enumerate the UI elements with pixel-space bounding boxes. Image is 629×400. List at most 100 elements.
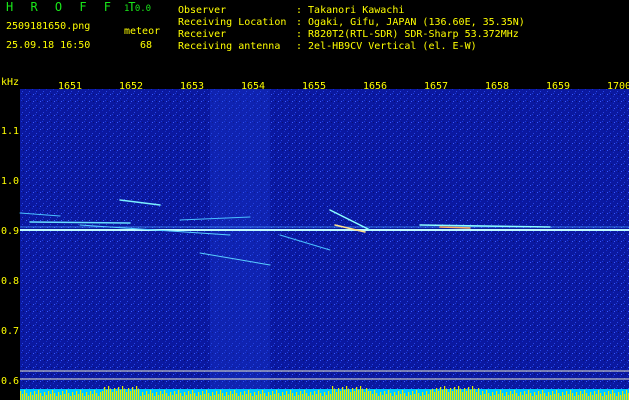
- histogram-bar: [242, 395, 244, 400]
- file-name: 2509181650.png: [6, 21, 91, 32]
- histogram-bar: [546, 396, 548, 400]
- histogram-bar: [30, 392, 32, 400]
- histogram-bar: [508, 395, 510, 400]
- histogram-bar: [406, 396, 408, 400]
- histogram-bar: [362, 389, 364, 400]
- histogram-bar: [308, 396, 310, 400]
- histogram-bar: [618, 392, 620, 400]
- histogram-bar: [510, 391, 512, 400]
- histogram-bar: [198, 392, 200, 400]
- histogram-bar: [366, 388, 368, 400]
- histogram-bar: [78, 394, 80, 400]
- histogram-bar: [492, 392, 494, 400]
- histogram-bar: [320, 393, 322, 400]
- histogram-bar: [74, 395, 76, 400]
- histogram-bar: [44, 392, 46, 400]
- histogram-bar: [266, 396, 268, 400]
- histogram-bar: [170, 392, 172, 400]
- histogram-bar: [158, 395, 160, 400]
- histogram-bar: [314, 391, 316, 400]
- histogram-bar: [348, 389, 350, 400]
- histogram-bar: [420, 396, 422, 400]
- histogram-bar: [408, 392, 410, 400]
- histogram-bar: [238, 396, 240, 400]
- histogram-bar: [60, 395, 62, 400]
- histogram-bar: [572, 393, 574, 400]
- histogram-bar: [428, 394, 430, 400]
- histogram-bar: [412, 391, 414, 400]
- histogram-bar: [162, 394, 164, 400]
- histogram-bar: [296, 392, 298, 400]
- histogram-bar: [24, 390, 26, 400]
- histogram-bar: [384, 391, 386, 400]
- histogram-bar: [524, 391, 526, 400]
- histogram-bar: [596, 394, 598, 400]
- meteor-echo: [439, 226, 471, 229]
- histogram-bar: [560, 396, 562, 400]
- histogram-bar: [336, 392, 338, 400]
- histogram-bar: [612, 390, 614, 400]
- histogram-bar: [434, 392, 436, 400]
- y-axis-unit: kHz: [1, 77, 19, 88]
- histogram-bar: [600, 393, 602, 400]
- histogram-bar: [470, 390, 472, 400]
- histogram-bar: [54, 393, 56, 400]
- histogram-bar: [316, 394, 318, 400]
- histogram-bar: [204, 394, 206, 400]
- histogram-bar: [62, 391, 64, 400]
- histogram-bar: [386, 394, 388, 400]
- histogram-bar: [114, 388, 116, 400]
- histogram-bar: [328, 391, 330, 400]
- histogram-bar: [246, 394, 248, 400]
- histogram-bar: [456, 390, 458, 400]
- histogram-bar: [22, 394, 24, 400]
- histogram-bar: [100, 392, 102, 400]
- histogram-bar: [226, 392, 228, 400]
- histogram-bar: [354, 391, 356, 400]
- histogram-bar: [140, 396, 142, 400]
- location-label: Receiving Location: [178, 17, 287, 28]
- histogram-bar: [404, 393, 406, 400]
- histogram-bar: [152, 393, 154, 400]
- histogram-bar: [216, 391, 218, 400]
- histogram-bar: [200, 395, 202, 400]
- histogram-bar: [554, 394, 556, 400]
- histogram-bar: [50, 394, 52, 400]
- histogram-bar: [488, 393, 490, 400]
- histogram-bar: [202, 391, 204, 400]
- histogram-bar: [82, 393, 84, 400]
- histogram-bar: [58, 392, 60, 400]
- histogram-bar: [582, 394, 584, 400]
- histogram-bar: [26, 393, 28, 400]
- histogram-bar: [340, 391, 342, 400]
- histogram-bar: [544, 393, 546, 400]
- histogram-bar: [484, 394, 486, 400]
- histogram-bar: [440, 387, 442, 400]
- histogram-bar: [250, 393, 252, 400]
- y-tick-label: 0.6: [1, 376, 19, 387]
- histogram-bar: [346, 386, 348, 400]
- histogram-bar: [166, 393, 168, 400]
- histogram-bar: [302, 394, 304, 400]
- histogram-bar: [134, 390, 136, 400]
- histogram-bar: [388, 390, 390, 400]
- histogram-bar: [262, 390, 264, 400]
- histogram-bar: [568, 394, 570, 400]
- histogram-bar: [96, 393, 98, 400]
- histogram-bar: [156, 392, 158, 400]
- meteor-label: meteor: [124, 26, 161, 37]
- histogram-bar: [442, 390, 444, 400]
- histogram-bar: [514, 390, 516, 400]
- histogram-bar: [270, 395, 272, 400]
- histogram-bar: [150, 390, 152, 400]
- histogram-bar: [122, 386, 124, 400]
- histogram-bar: [154, 396, 156, 400]
- histogram-bar: [174, 391, 176, 400]
- histogram-bar: [356, 387, 358, 400]
- histogram-bar: [538, 391, 540, 400]
- histogram-bar: [450, 388, 452, 400]
- histogram-bar: [594, 391, 596, 400]
- histogram-bar: [548, 392, 550, 400]
- histogram-bar: [142, 392, 144, 400]
- histogram-bar: [132, 387, 134, 400]
